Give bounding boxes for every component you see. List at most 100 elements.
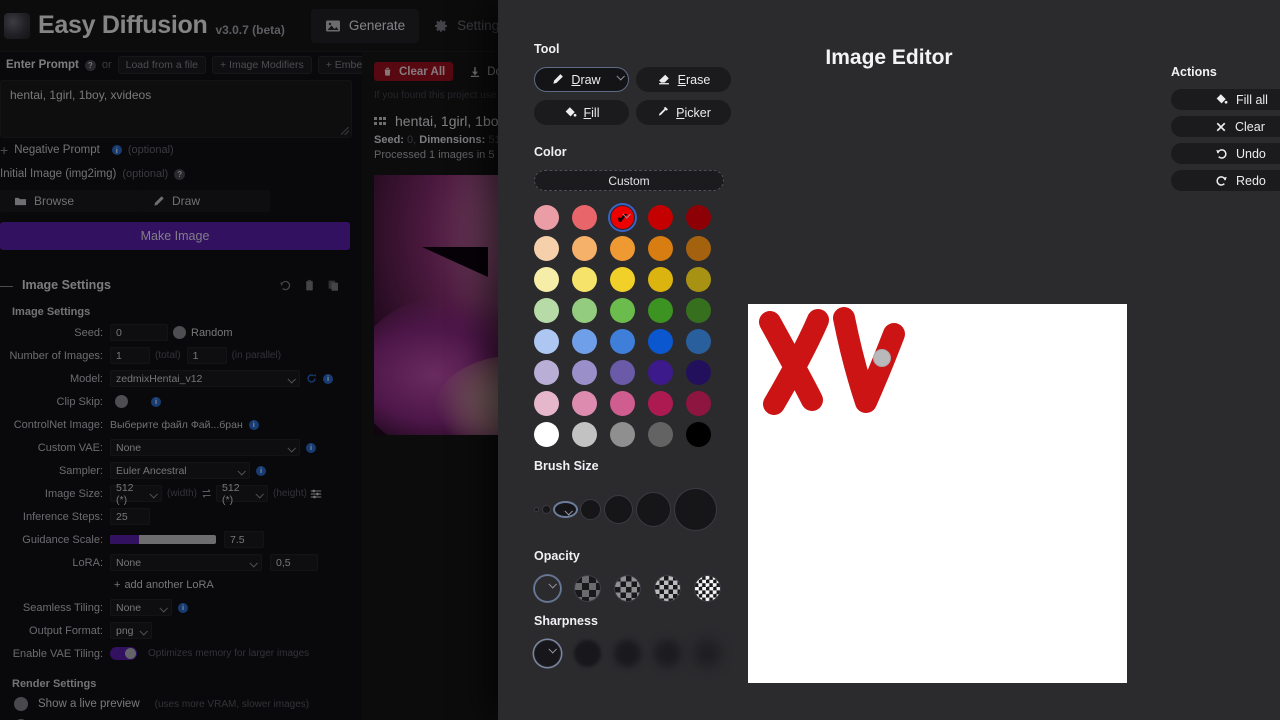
color-swatch-4-3[interactable] (648, 329, 673, 354)
color-swatch-7-1[interactable] (572, 422, 597, 447)
color-swatch-cell (686, 233, 724, 264)
color-swatch-6-2[interactable] (610, 391, 635, 416)
color-swatch-cell (686, 419, 724, 450)
sharpness-options (534, 640, 754, 667)
color-swatch-cell (686, 295, 724, 326)
fill-all-button[interactable]: Fill all (1171, 89, 1280, 110)
color-swatch-cell (572, 388, 610, 419)
color-swatch-1-3[interactable] (648, 236, 673, 261)
sharpness-option-3[interactable] (654, 640, 681, 667)
opacity-option-2[interactable] (614, 575, 641, 602)
brush-size-option-5[interactable] (636, 491, 671, 527)
color-swatch-cell (648, 202, 686, 233)
tool-fill-rest: ill (591, 105, 600, 120)
color-swatch-3-3[interactable] (648, 298, 673, 323)
tool-picker-label: Picker (676, 106, 711, 120)
color-swatch-0-0[interactable] (534, 205, 559, 230)
color-swatch-6-3[interactable] (648, 391, 673, 416)
color-swatch-1-0[interactable] (534, 236, 559, 261)
drawing-canvas[interactable] (748, 304, 1127, 683)
brush-size-option-0[interactable] (534, 506, 539, 512)
color-swatch-5-0[interactable] (534, 360, 559, 385)
sharpness-panel: Sharpness (534, 614, 754, 667)
undo-button[interactable]: Undo (1171, 143, 1280, 164)
opacity-option-3[interactable] (654, 575, 681, 602)
redo-icon (1216, 176, 1227, 186)
color-swatch-7-4[interactable] (686, 422, 711, 447)
opacity-option-0[interactable] (534, 575, 561, 602)
sharpness-option-1[interactable] (574, 640, 601, 667)
check-icon: ✔ (616, 209, 629, 226)
color-swatch-2-1[interactable] (572, 267, 597, 292)
brush-size-option-2[interactable] (554, 501, 577, 517)
color-swatch-6-0[interactable] (534, 391, 559, 416)
redo-button[interactable]: Redo (1171, 170, 1280, 191)
color-swatch-1-2[interactable] (610, 236, 635, 261)
color-swatch-1-4[interactable] (686, 236, 711, 261)
sharpness-option-4[interactable] (694, 640, 721, 667)
color-swatch-cell (572, 419, 610, 450)
color-swatch-5-2[interactable] (610, 360, 635, 385)
tool-draw-rest: raw (580, 72, 601, 87)
brush-size-option-1[interactable] (542, 504, 551, 514)
color-heading: Color (534, 145, 567, 159)
sharpness-option-2[interactable] (614, 640, 641, 667)
bucket-icon (1216, 94, 1228, 104)
color-swatch-0-3[interactable] (648, 205, 673, 230)
color-swatch-3-2[interactable] (610, 298, 635, 323)
tool-erase-button[interactable]: Erase (636, 67, 731, 92)
color-swatch-6-1[interactable] (572, 391, 597, 416)
color-swatch-0-1[interactable] (572, 205, 597, 230)
color-swatch-cell (572, 202, 610, 233)
tool-fill-label: Fill (584, 106, 600, 120)
tool-fill-button[interactable]: Fill (534, 100, 629, 125)
color-swatch-cell (572, 233, 610, 264)
clear-canvas-button[interactable]: Clear (1171, 116, 1280, 137)
brush-size-option-3[interactable] (580, 498, 601, 520)
color-swatch-2-0[interactable] (534, 267, 559, 292)
opacity-option-1[interactable] (574, 575, 601, 602)
color-swatch-5-3[interactable] (648, 360, 673, 385)
color-swatch-7-0[interactable] (534, 422, 559, 447)
color-swatch-2-2[interactable] (610, 267, 635, 292)
color-swatch-cell (572, 326, 610, 357)
tool-picker-button[interactable]: Picker (636, 100, 731, 125)
undo-label: Undo (1236, 146, 1266, 161)
color-swatch-6-4[interactable] (686, 391, 711, 416)
dropper-icon (658, 107, 669, 116)
brush-cursor (873, 349, 891, 367)
color-swatch-4-4[interactable] (686, 329, 711, 354)
color-swatch-cell (534, 357, 572, 388)
tool-fill-accel: F (583, 105, 592, 120)
brush-size-option-6[interactable] (674, 487, 717, 531)
color-swatch-4-1[interactable] (572, 329, 597, 354)
color-swatch-2-4[interactable] (686, 267, 711, 292)
color-swatch-5-1[interactable] (572, 360, 597, 385)
color-swatch-cell (648, 357, 686, 388)
color-swatch-4-0[interactable] (534, 329, 559, 354)
sharpness-option-0[interactable] (534, 640, 561, 667)
color-swatch-7-2[interactable] (610, 422, 635, 447)
color-swatch-5-4[interactable] (686, 360, 711, 385)
color-swatch-1-1[interactable] (572, 236, 597, 261)
tool-draw-button[interactable]: Draw (534, 67, 629, 92)
color-swatch-cell (686, 357, 724, 388)
color-swatch-cell (610, 233, 648, 264)
color-swatch-3-1[interactable] (572, 298, 597, 323)
color-swatch-0-4[interactable] (686, 205, 711, 230)
color-swatch-4-2[interactable] (610, 329, 635, 354)
color-swatch-cell (610, 264, 648, 295)
fill-all-label: Fill all (1236, 92, 1268, 107)
brush-size-option-4[interactable] (604, 494, 633, 524)
color-swatch-cell (648, 419, 686, 450)
tool-picker-rest: icker (684, 105, 711, 120)
color-swatch-3-4[interactable] (686, 298, 711, 323)
color-swatch-cell (534, 264, 572, 295)
custom-color-button[interactable]: Custom (534, 170, 724, 191)
color-swatch-2-3[interactable] (648, 267, 673, 292)
color-swatch-7-3[interactable] (648, 422, 673, 447)
color-swatch-0-2[interactable]: ✔ (610, 205, 635, 230)
color-swatch-grid: ✔ (534, 202, 734, 450)
color-swatch-3-0[interactable] (534, 298, 559, 323)
opacity-option-4[interactable] (694, 575, 721, 602)
